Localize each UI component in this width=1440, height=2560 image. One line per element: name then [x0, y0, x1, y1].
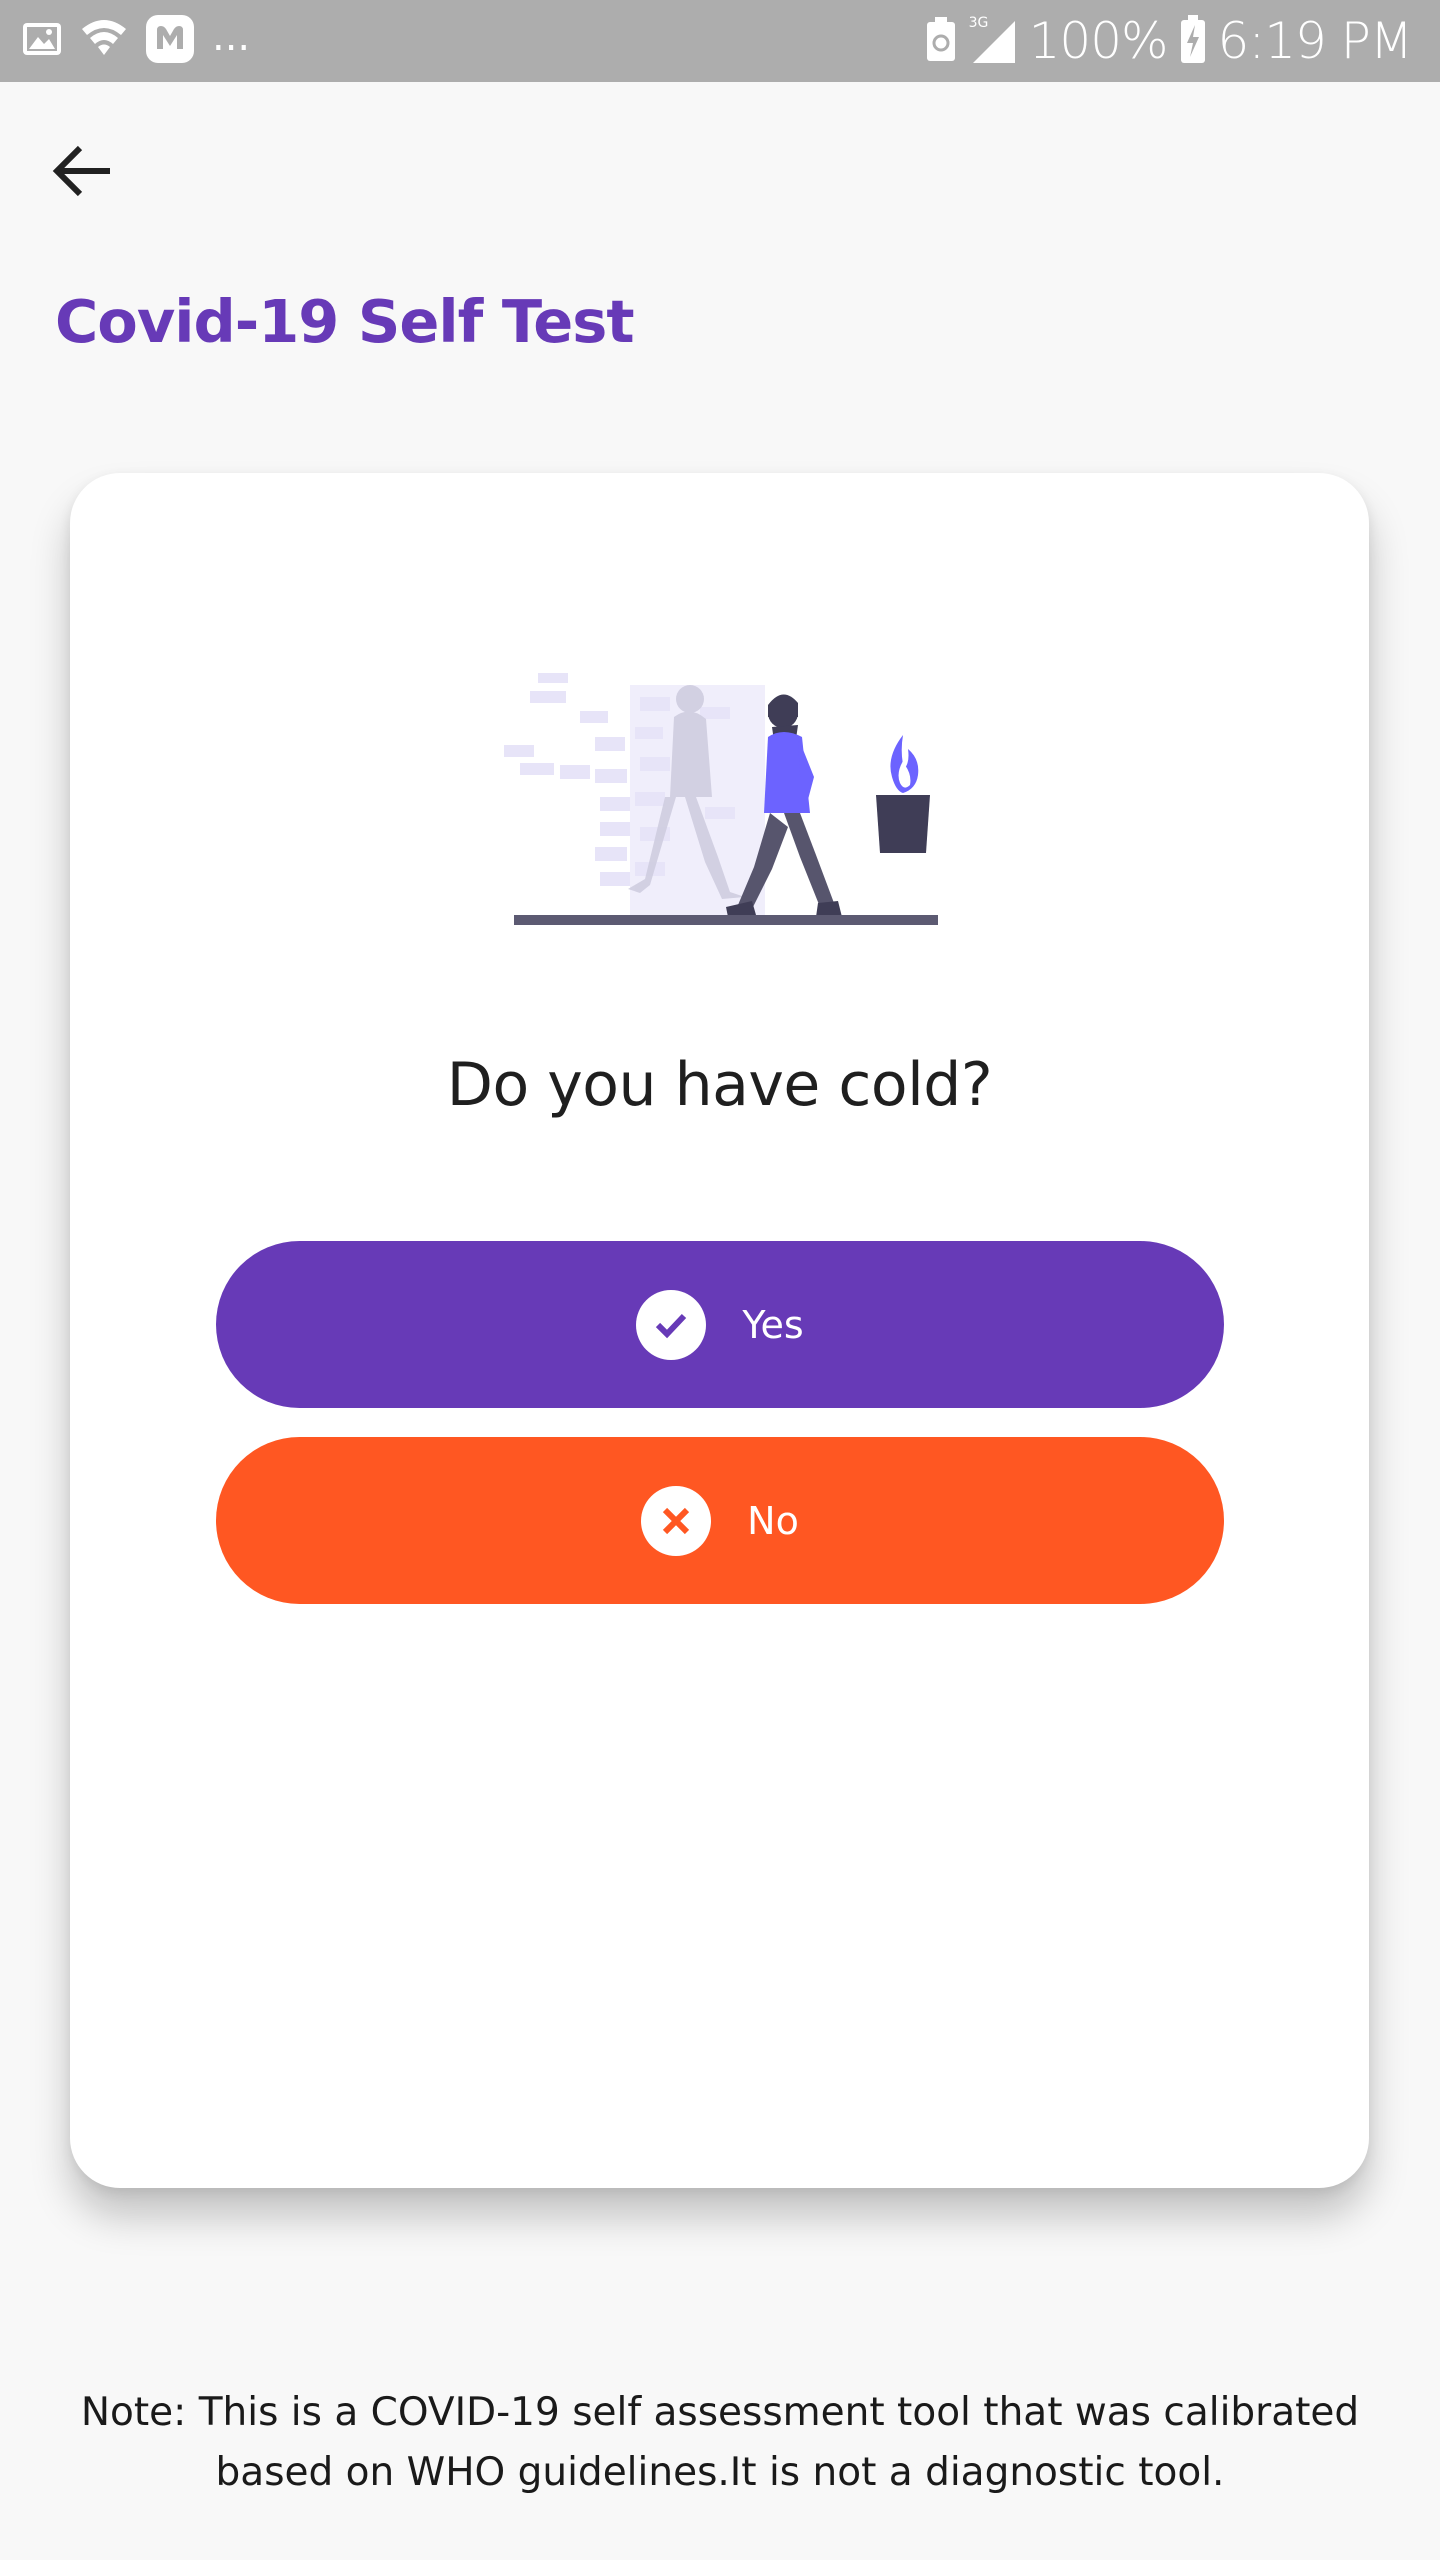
disclaimer-line-2: based on WHO guidelines.It is not a diag… — [215, 2450, 1225, 2495]
status-left-icons: ... — [22, 14, 250, 68]
no-button[interactable]: No — [216, 1437, 1224, 1604]
more-notifications: ... — [212, 14, 251, 60]
clock: 6:19 PM — [1217, 12, 1413, 70]
back-button[interactable] — [40, 130, 126, 216]
gallery-icon — [22, 19, 62, 64]
disclaimer-note: Note: This is a COVID-19 self assessment… — [60, 2383, 1380, 2503]
no-button-label: No — [747, 1498, 799, 1543]
app-notification-icon — [146, 14, 194, 68]
yes-button-label: Yes — [742, 1302, 804, 1347]
disclaimer-line-1: Note: This is a COVID-19 self assessment… — [80, 2390, 1360, 2435]
page-title: Covid-19 Self Test — [55, 287, 635, 356]
status-bar: ... 3G 100% 6:19 PM — [0, 0, 1440, 82]
question-text: Do you have cold? — [446, 1050, 993, 1120]
battery-percent: 100% — [1028, 12, 1169, 70]
yes-button[interactable]: Yes — [216, 1241, 1224, 1408]
network-type-label: 3G — [968, 15, 989, 31]
battery-charging-icon — [1180, 14, 1206, 68]
status-right-icons: 3G 100% 6:19 PM — [925, 8, 1413, 74]
signal-icon: 3G — [968, 15, 1017, 65]
close-circle-icon — [641, 1485, 712, 1556]
person-walking-cold-illustration — [500, 657, 940, 932]
battery-saver-icon — [925, 16, 957, 66]
check-circle-icon — [636, 1289, 707, 1360]
wifi-icon — [80, 17, 128, 66]
arrow-left-icon — [52, 143, 114, 204]
